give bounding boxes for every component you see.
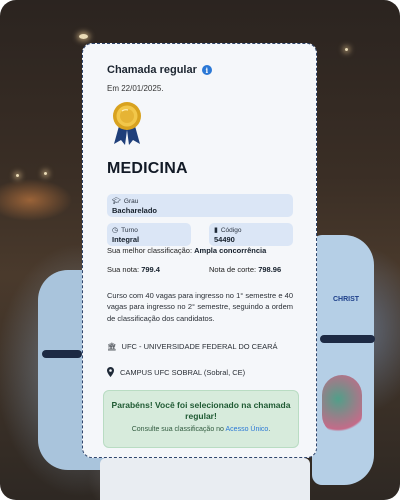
sleeve-band — [42, 350, 82, 358]
grau-chip: 🎓︎ Grau Bacharelado — [107, 194, 293, 217]
sleeve-band — [320, 335, 375, 343]
best-class-label: Sua melhor classificação: — [107, 246, 193, 255]
medal-icon — [113, 102, 141, 145]
ceiling-lamp — [345, 48, 348, 51]
info-icon[interactable]: i — [201, 65, 212, 75]
cutoff-value: 798.96 — [258, 265, 282, 274]
result-card: Chamada regular i Em 22/01/2025. MEDICIN… — [82, 43, 317, 458]
shirt-print: CHRIST — [333, 296, 360, 303]
course-description: Curso com 40 vagas para ingresso no 1° s… — [107, 291, 293, 323]
institution-name: UFC - UNIVERSIDADE FEDERAL DO CEARÁ — [121, 342, 278, 351]
codigo-chip: ▮ Código 54490 — [209, 223, 293, 246]
call-date: Em 22/01/2025. — [107, 84, 164, 93]
clock-icon: ◷ — [112, 227, 119, 234]
score: Sua nota: 799.4 — [107, 265, 160, 274]
cutoff-score: Nota de corte: 798.96 — [209, 265, 281, 274]
arm-paint — [322, 375, 362, 435]
card-header: Chamada regular i — [107, 64, 212, 76]
graduation-cap-icon: 🎓︎ — [112, 198, 121, 205]
ceiling-lamp — [44, 172, 47, 175]
campus: CAMPUS UFC SOBRAL (Sobral, CE) — [107, 367, 245, 377]
best-classification: Sua melhor classificação: Ampla concorrê… — [107, 246, 266, 255]
grau-label: Grau — [123, 197, 139, 205]
course-name: MEDICINA — [107, 160, 188, 177]
success-title: Parabéns! Você foi selecionado na chamad… — [111, 400, 291, 422]
success-banner: Parabéns! Você foi selecionado na chamad… — [103, 390, 299, 448]
turno-value: Integral — [112, 235, 140, 244]
codigo-label: Código — [220, 226, 242, 234]
ceiling-lamp — [16, 174, 19, 177]
best-class-value: Ampla concorrência — [194, 246, 267, 255]
codigo-value: 54490 — [214, 235, 235, 244]
success-sub-suffix: . — [268, 426, 271, 434]
campus-name: CAMPUS UFC SOBRAL (Sobral, CE) — [120, 367, 246, 377]
turno-chip: ◷ Turno Integral — [107, 223, 191, 246]
ceiling-lamp — [79, 34, 88, 39]
score-label: Sua nota: — [107, 265, 140, 274]
bank-icon: 🏛︎ — [107, 342, 117, 351]
bookmark-icon: ▮ — [214, 227, 218, 234]
cutoff-label: Nota de corte: — [209, 265, 257, 274]
shirt-right — [312, 235, 374, 485]
turno-label: Turno — [121, 226, 138, 234]
grau-value: Bacharelado — [112, 206, 158, 215]
card-title: Chamada regular — [107, 64, 197, 76]
institution: 🏛︎ UFC - UNIVERSIDADE FEDERAL DO CEARÁ — [107, 341, 293, 352]
map-pin-icon — [107, 367, 114, 377]
success-sub-prefix: Consulte sua classificação no — [131, 426, 224, 434]
score-value: 799.4 — [141, 265, 160, 274]
bottom-shirt — [100, 458, 310, 500]
success-subtitle: Consulte sua classificação no Acesso Úni… — [104, 426, 298, 433]
acesso-unico-link[interactable]: Acesso Único — [226, 426, 269, 433]
